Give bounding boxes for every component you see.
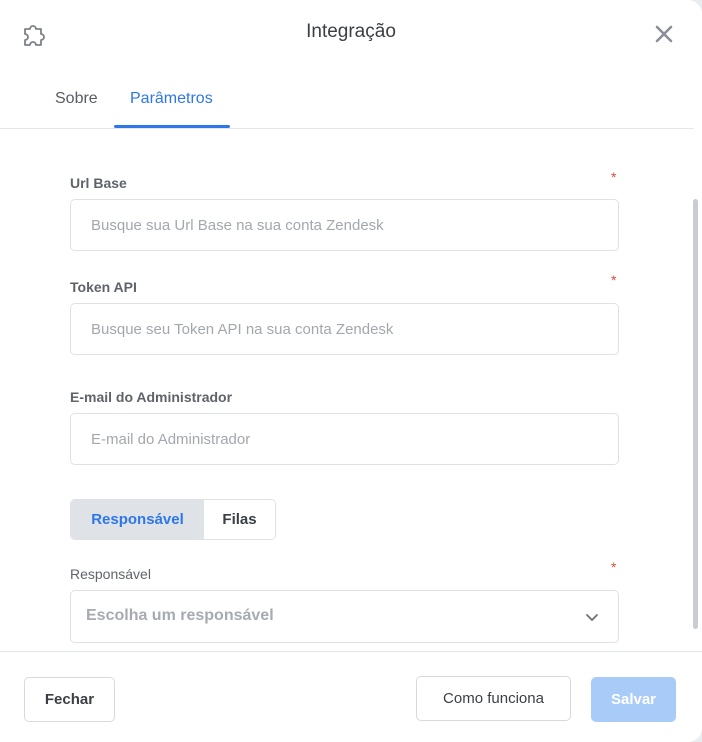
- admin-email-input[interactable]: [70, 413, 619, 465]
- tab-bar: Sobre Parâmetros: [0, 68, 694, 129]
- active-tab-indicator: [114, 125, 230, 128]
- url-base-required-mark: *: [611, 169, 617, 185]
- save-button[interactable]: Salvar: [591, 677, 676, 722]
- modal-header: Integração: [0, 0, 702, 68]
- assignment-segmented-control: Responsável Filas: [70, 499, 276, 540]
- how-it-works-button[interactable]: Como funciona: [416, 676, 571, 721]
- close-icon[interactable]: [654, 24, 674, 44]
- url-base-label: Url Base: [70, 175, 127, 191]
- integration-modal: Integração Sobre Parâmetros Url Base * T…: [0, 0, 702, 742]
- form-body: Url Base * Token API * E-mail do Adminis…: [0, 129, 702, 651]
- segment-responsavel[interactable]: Responsável: [71, 500, 204, 539]
- url-base-input[interactable]: [70, 199, 619, 251]
- token-api-required-mark: *: [611, 272, 617, 288]
- chevron-down-icon: [586, 614, 598, 621]
- responsavel-select-value: Escolha um responsável: [86, 607, 274, 624]
- tab-sobre[interactable]: Sobre: [55, 90, 98, 108]
- token-api-label: Token API: [70, 279, 137, 295]
- token-api-input[interactable]: [70, 303, 619, 355]
- responsavel-label: Responsável: [70, 566, 151, 582]
- responsavel-select[interactable]: Escolha um responsável: [70, 590, 619, 643]
- modal-title: Integração: [306, 21, 396, 42]
- close-button[interactable]: Fechar: [24, 677, 115, 722]
- scrollbar[interactable]: [693, 199, 698, 629]
- admin-email-label: E-mail do Administrador: [70, 389, 233, 405]
- modal-footer: Fechar Como funciona Salvar: [0, 651, 702, 742]
- responsavel-required-mark: *: [611, 559, 617, 575]
- segment-filas[interactable]: Filas: [204, 500, 275, 539]
- tab-parametros[interactable]: Parâmetros: [130, 90, 213, 108]
